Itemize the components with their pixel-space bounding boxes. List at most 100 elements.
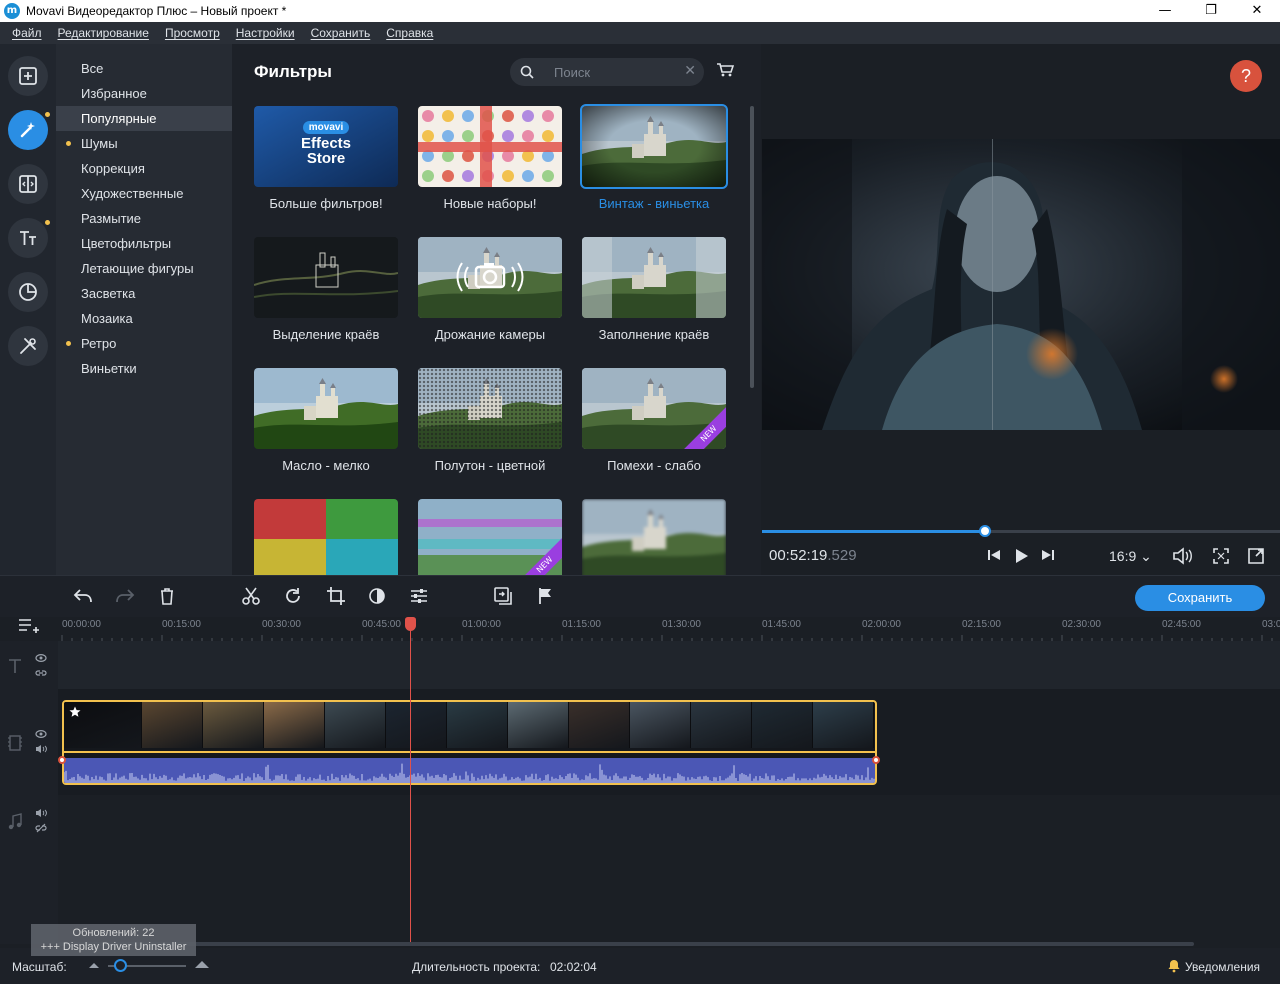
titles-button[interactable] [8,218,50,258]
category-item[interactable]: Цветофильтры [56,231,232,256]
eye-icon[interactable] [35,729,47,739]
link-icon[interactable] [35,668,47,678]
bell-icon[interactable] [1167,959,1181,973]
clip-frame [508,702,569,748]
preview-panel: ? 00:52:19.529 16:9 ⌄ [761,44,1280,575]
zoom-in-icon[interactable] [194,959,210,969]
menu-view[interactable]: Просмотр [165,26,220,40]
transitions-button[interactable] [8,164,48,204]
category-item[interactable]: Художественные [56,181,232,206]
zoom-out-icon[interactable] [88,961,100,969]
playhead[interactable] [410,622,411,942]
timeline-scrollbar[interactable] [58,942,1194,946]
filter-tile[interactable] [582,499,726,575]
filter-tile[interactable]: NEW [418,499,562,575]
playhead-handle[interactable] [405,617,416,631]
clip-separator [64,751,875,753]
close-button[interactable]: ✕ [1234,0,1280,22]
unlink-icon[interactable] [35,823,47,833]
crop-icon[interactable] [326,586,346,606]
menu-file[interactable]: Файл [12,26,42,40]
color-adjust-icon[interactable] [367,586,387,606]
category-item[interactable]: Летающие фигуры [56,256,232,281]
cut-icon[interactable] [241,586,261,606]
filter-tile[interactable]: Масло - мелко [254,368,398,473]
next-frame-icon[interactable] [1040,547,1056,563]
video-clip[interactable] [62,700,877,785]
filter-tile[interactable]: Винтаж - виньетка [580,104,728,211]
zoom-slider-knob[interactable] [114,959,127,972]
clear-search-icon[interactable]: ✕ [684,63,696,79]
category-item[interactable]: Мозаика [56,306,232,331]
fit-screen-icon[interactable] [1212,547,1230,565]
restore-button[interactable]: ❐ [1188,0,1234,22]
menu-help[interactable]: Справка [386,26,433,40]
progress-knob[interactable] [978,525,991,537]
filter-tile[interactable]: Дрожание камеры [418,237,562,342]
chevron-down-icon: ⌄ [1140,548,1152,564]
undo-icon[interactable] [72,586,94,606]
aspect-ratio-select[interactable]: 16:9 ⌄ [1109,548,1152,565]
import-button[interactable] [8,56,48,96]
category-item[interactable]: Все [56,56,232,81]
category-item[interactable]: Шумы [56,131,232,156]
category-item[interactable]: Коррекция [56,156,232,181]
minimize-button[interactable]: — [1142,0,1188,22]
tools-button[interactable] [8,326,48,366]
eye-icon[interactable] [35,653,47,663]
category-item[interactable]: Размытие [56,206,232,231]
stickers-button[interactable] [8,272,48,312]
new-dot [66,341,71,346]
filters-scrollbar[interactable] [750,106,754,388]
notifications-link[interactable]: Уведомления [1185,960,1260,974]
filters-button[interactable] [8,110,50,150]
magic-wand-icon [20,122,35,138]
filter-tile[interactable]: NEW Помехи - слабо [582,368,726,473]
category-item[interactable]: Ретро [56,331,232,356]
search-input[interactable] [554,63,674,81]
transitions-icon [19,175,37,193]
play-icon[interactable] [1012,547,1030,565]
cart-icon[interactable] [716,62,734,78]
add-track-icon[interactable] [18,617,40,635]
timecode: 00:52:19.529 [769,547,857,564]
menu-settings[interactable]: Настройки [236,26,295,40]
clip-volume-handle-left[interactable] [58,756,66,764]
search-box[interactable]: ✕ [510,58,704,86]
redo-icon[interactable] [114,586,136,606]
previous-frame-icon[interactable] [986,547,1002,563]
category-item[interactable]: Избранное [56,81,232,106]
speaker-icon[interactable] [35,744,47,754]
speaker-icon[interactable] [35,808,47,818]
category-item[interactable]: Виньетки [56,356,232,381]
title-track[interactable] [58,641,1280,689]
menu-edit[interactable]: Редактирование [58,26,149,40]
filter-tile[interactable]: Выделение краёв [254,237,398,342]
filter-tile[interactable]: Новые наборы! [418,106,562,211]
menu-save[interactable]: Сохранить [311,26,371,40]
filter-tile[interactable]: Полутон - цветной [418,368,562,473]
timeline-ruler[interactable]: 00:00:00 00:15:00 00:30:00 00:45:00 01:00:00… [58,617,1280,641]
save-button[interactable]: Сохранить [1135,585,1265,611]
category-label: Летающие фигуры [81,261,194,276]
volume-icon[interactable] [1172,547,1194,565]
export-clip-icon[interactable] [493,586,513,606]
clip-volume-handle-right[interactable] [872,756,880,764]
help-button[interactable]: ? [1230,60,1262,92]
filter-tile[interactable]: movavi Effects Store Больше фильтров! [254,106,398,211]
marker-flag-icon[interactable] [537,586,555,606]
playback-progress[interactable] [762,525,1280,537]
category-item[interactable]: Популярные [56,106,232,131]
category-item[interactable]: Засветка [56,281,232,306]
audio-track[interactable] [58,795,1280,944]
filter-tile[interactable] [254,499,398,575]
filter-tile[interactable]: Заполнение краёв [582,237,726,342]
update-toast[interactable]: Обновлений: 22 +++ Display Driver Uninst… [31,924,196,956]
clip-properties-icon[interactable] [409,586,429,606]
ruler-tick-label: 00:45:00 [362,619,401,630]
delete-icon[interactable] [158,586,176,606]
fullscreen-icon[interactable] [1247,547,1265,565]
ruler-tick-label: 02:30:00 [1062,619,1101,630]
rotate-icon[interactable] [283,586,303,606]
tools-icon [20,338,36,354]
